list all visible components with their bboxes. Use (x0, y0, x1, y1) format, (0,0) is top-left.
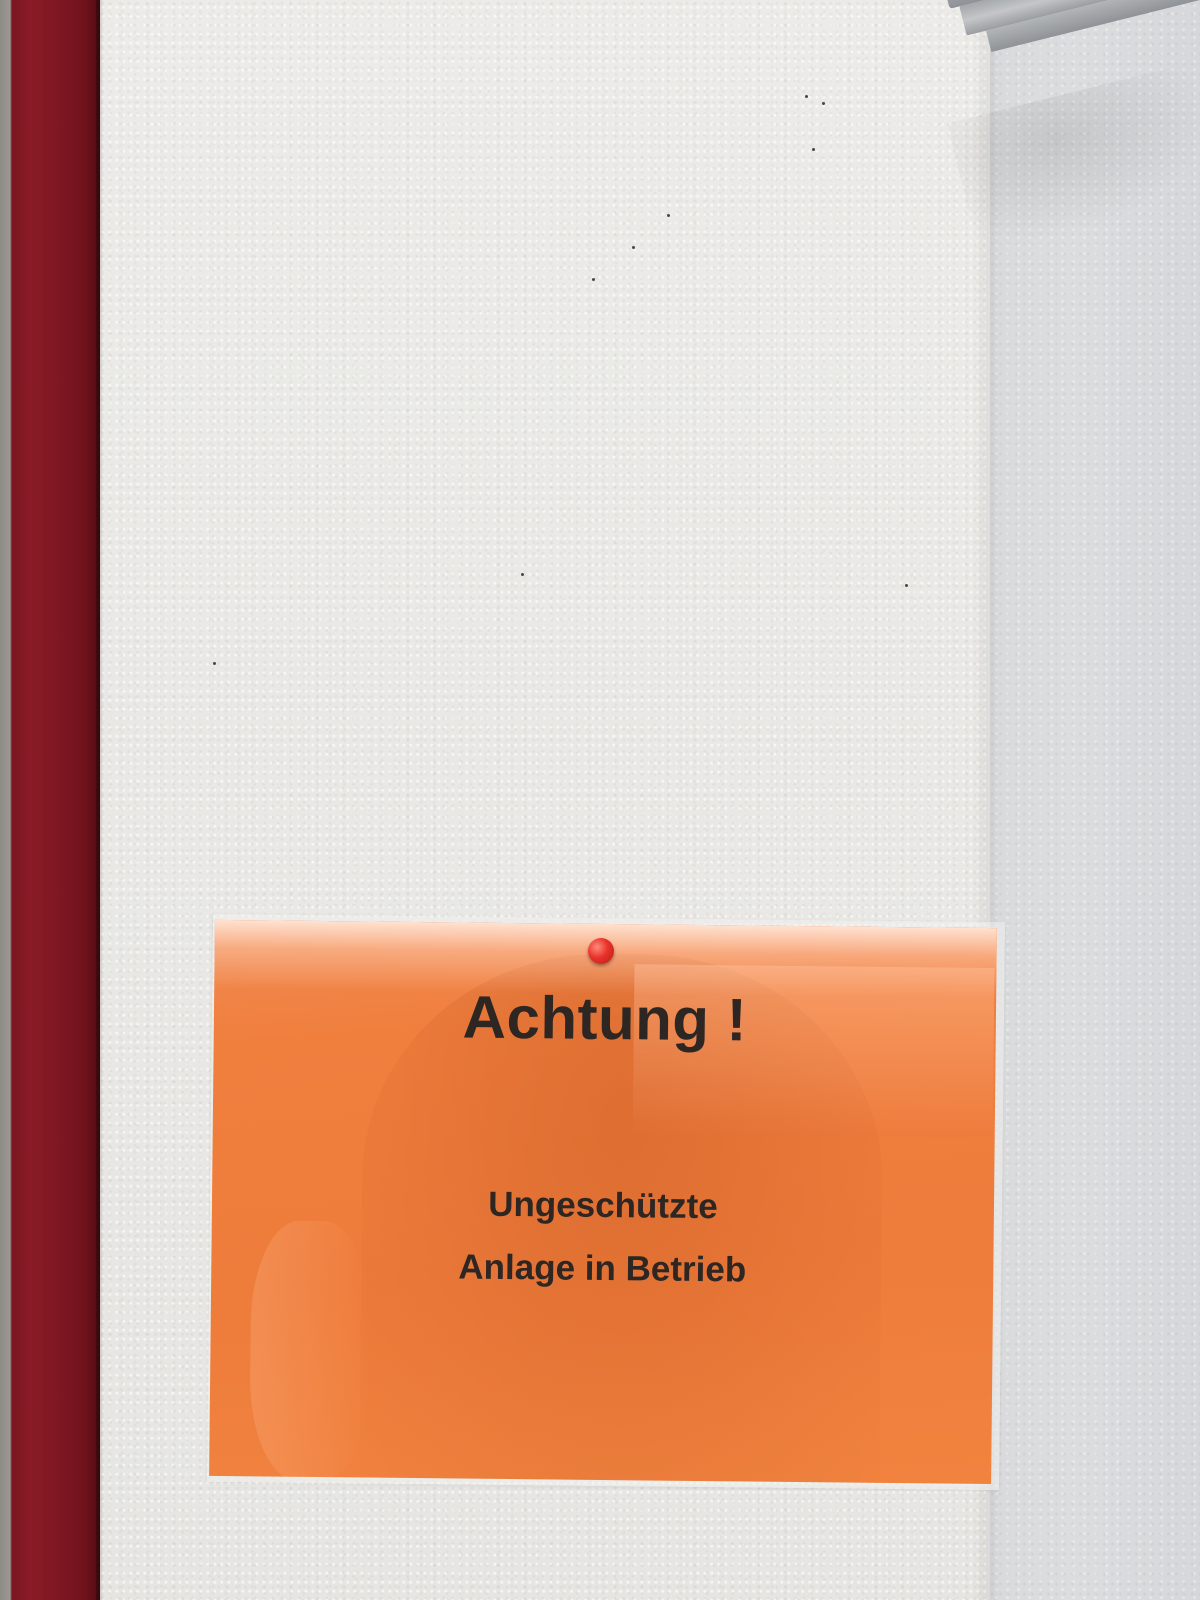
wall-speck (905, 584, 908, 587)
wall-speck (632, 246, 635, 249)
wall-speck (812, 148, 815, 151)
wall-speck (667, 214, 670, 217)
sign-line-2: Anlage in Betrieb (458, 1247, 747, 1290)
door-frame-shadow (96, 0, 104, 1600)
sign-line-1: Ungeschützte (488, 1184, 718, 1227)
warning-sign: Achtung ! Ungeschützte Anlage in Betrieb (209, 919, 997, 1485)
door-frame (0, 0, 100, 1600)
wall-speck (592, 278, 595, 281)
wall-speck (822, 102, 825, 105)
plastic-sleeve: Achtung ! Ungeschützte Anlage in Betrieb (207, 913, 1005, 1491)
pushpin-icon (588, 938, 614, 964)
photo-scene: Achtung ! Ungeschützte Anlage in Betrieb (0, 0, 1200, 1600)
wall-speck (521, 573, 524, 576)
wall-speck (805, 95, 808, 98)
wall-speck (213, 662, 216, 665)
sign-title: Achtung ! (462, 983, 748, 1054)
